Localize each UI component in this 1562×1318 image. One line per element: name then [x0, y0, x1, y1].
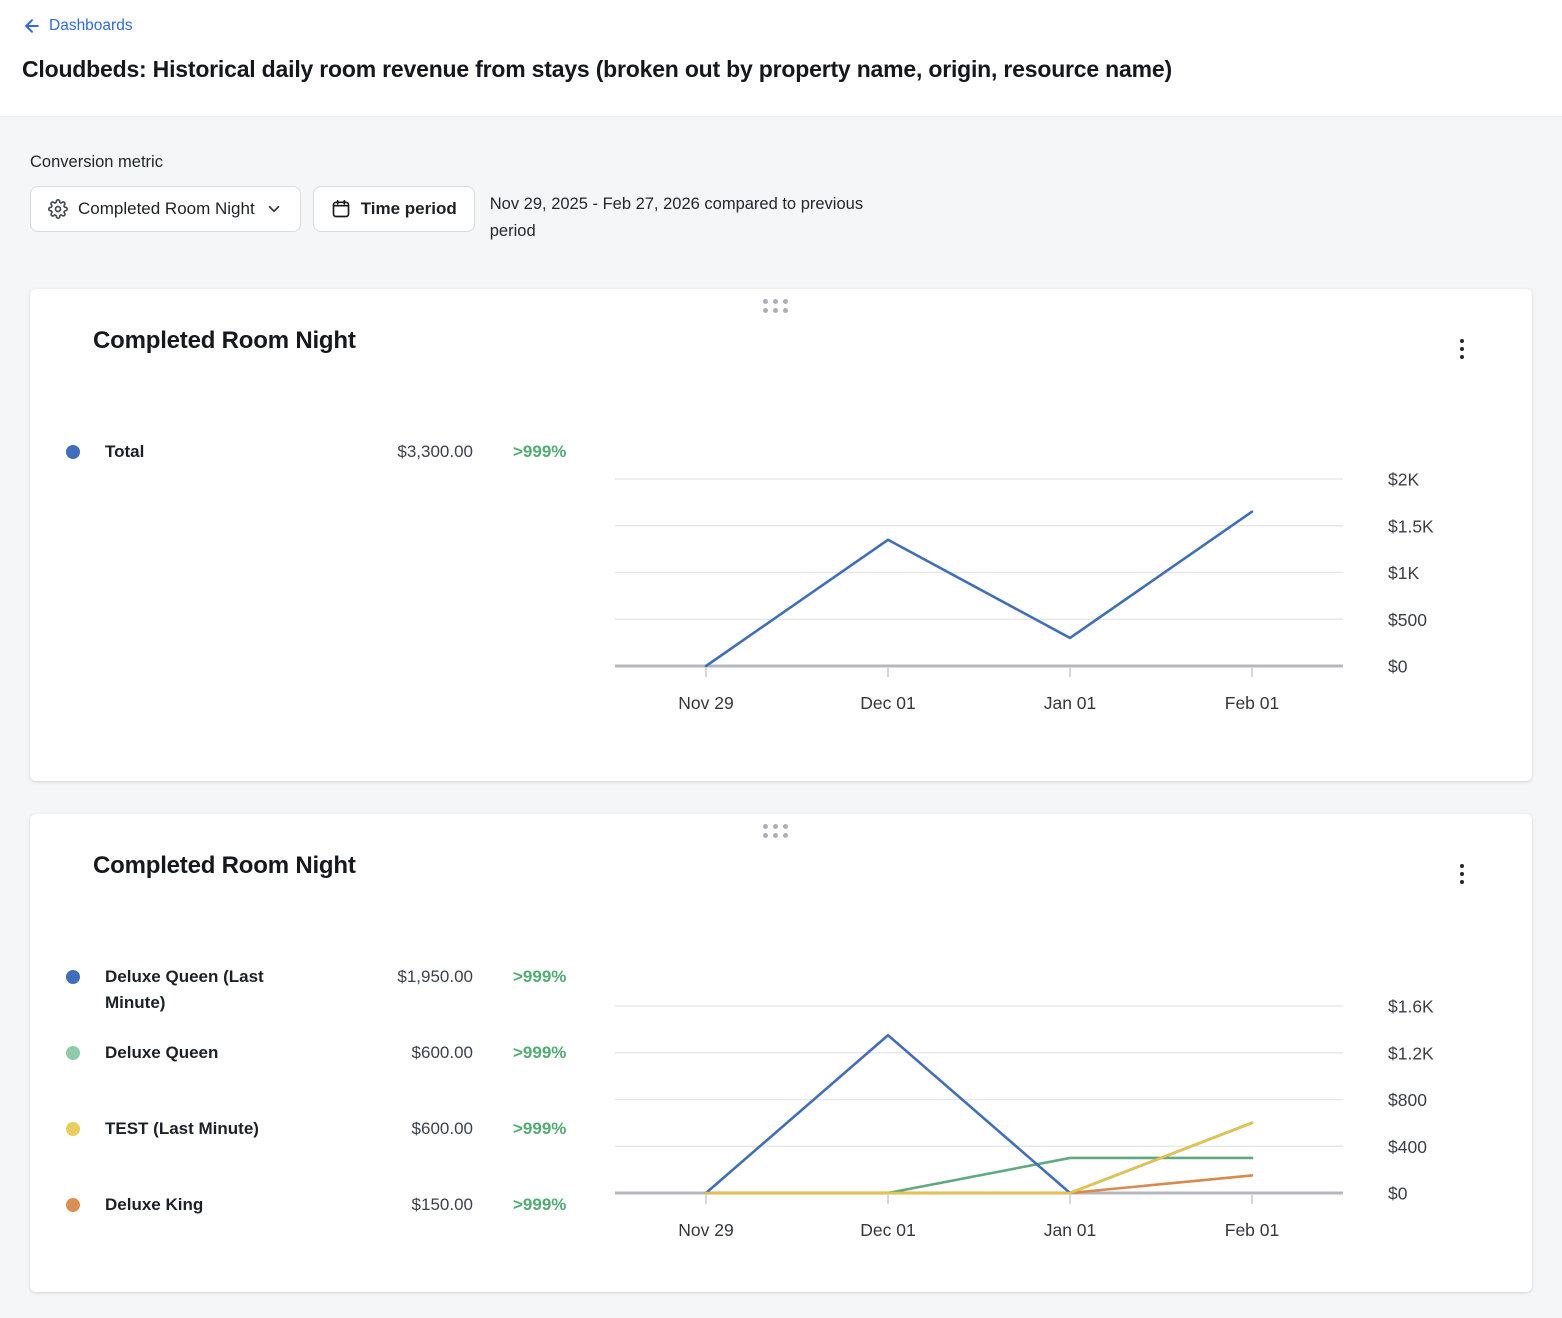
date-range-text: Nov 29, 2025 - Feb 27, 2026 compared to … — [490, 186, 872, 245]
metric-dropdown-button[interactable]: Completed Room Night — [30, 186, 301, 232]
y-axis-label: $1.6K — [1388, 997, 1434, 1017]
y-axis-label: $1.5K — [1388, 516, 1434, 536]
chart-card-breakdown: Completed Room Night Deluxe Queen (Last … — [30, 814, 1532, 1292]
arrow-left-icon — [22, 16, 42, 36]
y-axis-label: $400 — [1388, 1137, 1427, 1157]
x-axis-label: Nov 29 — [678, 693, 733, 713]
series-line — [706, 1175, 1252, 1193]
y-axis-label: $2K — [1388, 470, 1419, 490]
gear-icon — [48, 199, 68, 219]
x-axis-label: Nov 29 — [678, 1220, 733, 1240]
line-chart[interactable]: Nov 29 Dec 01 Jan 01 Feb 01 $0 $400 $800 $1.2K $… — [30, 814, 1532, 1292]
y-axis-label: $0 — [1388, 1184, 1408, 1204]
y-axis-label: $800 — [1388, 1090, 1427, 1110]
x-axis-label: Feb 01 — [1225, 1220, 1279, 1240]
time-period-label: Time period — [361, 199, 457, 219]
x-axis-label: Dec 01 — [860, 1220, 915, 1240]
series-line — [706, 512, 1252, 666]
chevron-down-icon — [265, 200, 283, 218]
y-axis-label: $0 — [1388, 657, 1408, 677]
dashboard-page: Dashboards Cloudbeds: Historical daily r… — [0, 0, 1562, 1318]
back-link[interactable]: Dashboards — [22, 16, 133, 36]
back-link-label: Dashboards — [49, 17, 133, 35]
filters-bar: Conversion metric Completed Room Night — [0, 117, 1562, 245]
page-title: Cloudbeds: Historical daily room revenue… — [22, 56, 1540, 83]
y-axis-label: $1.2K — [1388, 1043, 1434, 1063]
page-header: Dashboards Cloudbeds: Historical daily r… — [0, 0, 1562, 117]
y-axis-label: $1K — [1388, 563, 1419, 583]
line-chart[interactable]: Nov 29 Dec 01 Jan 01 Feb 01 $0 $500 $1K $1.5K $2… — [30, 289, 1532, 781]
conversion-metric-label: Conversion metric — [30, 153, 1532, 172]
chart-card-total: Completed Room Night Total$3,300.00>999%… — [30, 289, 1532, 781]
x-axis-label: Jan 01 — [1044, 1220, 1097, 1240]
series-line — [706, 1158, 1252, 1193]
x-axis-label: Feb 01 — [1225, 693, 1279, 713]
time-period-button[interactable]: Time period — [313, 186, 475, 232]
calendar-icon — [331, 199, 351, 219]
x-axis-label: Dec 01 — [860, 693, 915, 713]
x-axis-label: Jan 01 — [1044, 693, 1097, 713]
series-line — [706, 1035, 1252, 1193]
y-axis-label: $500 — [1388, 610, 1427, 630]
metric-dropdown-label: Completed Room Night — [78, 199, 255, 219]
